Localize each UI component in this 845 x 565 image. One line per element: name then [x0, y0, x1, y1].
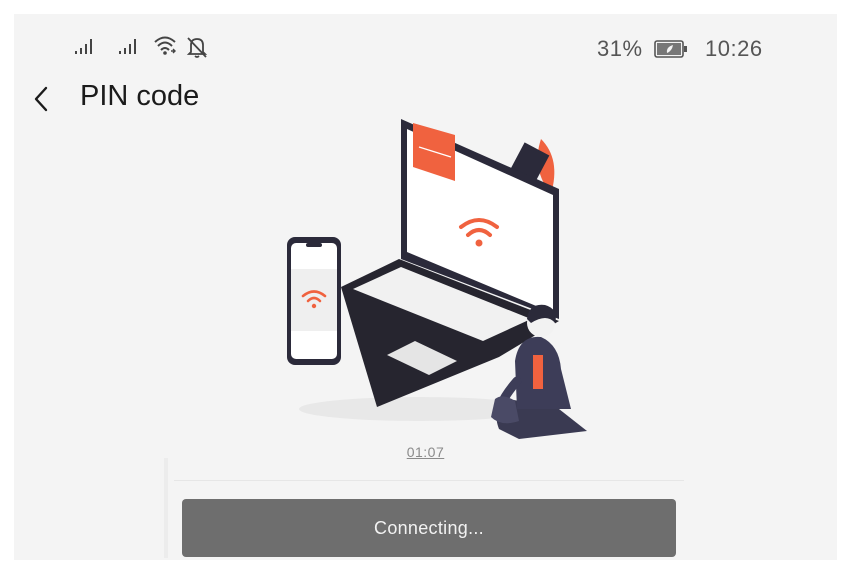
phone-illustration [287, 237, 341, 365]
battery-icon [654, 40, 687, 58]
page-title: PIN code [80, 80, 200, 112]
back-button[interactable] [26, 82, 56, 116]
status-bar: 31% 10:26 [14, 14, 837, 74]
countdown-timer: 01:07 [406, 444, 445, 460]
connecting-button[interactable]: Connecting... [182, 499, 676, 557]
signal-icon [75, 39, 92, 54]
wifi-icon [154, 36, 176, 55]
signal-icon [119, 39, 136, 54]
phone-screen: 31% 10:26 PIN code 01:07 Connecting... [14, 14, 837, 560]
bell-off-icon [186, 37, 208, 58]
clock: 10:26 [705, 36, 763, 61]
screenshot-frame: 31% 10:26 PIN code 01:07 Connecting... [0, 0, 845, 565]
battery-percent: 31% [597, 36, 643, 61]
connection-illustration [287, 119, 587, 439]
divider [164, 458, 168, 558]
divider [174, 480, 684, 481]
